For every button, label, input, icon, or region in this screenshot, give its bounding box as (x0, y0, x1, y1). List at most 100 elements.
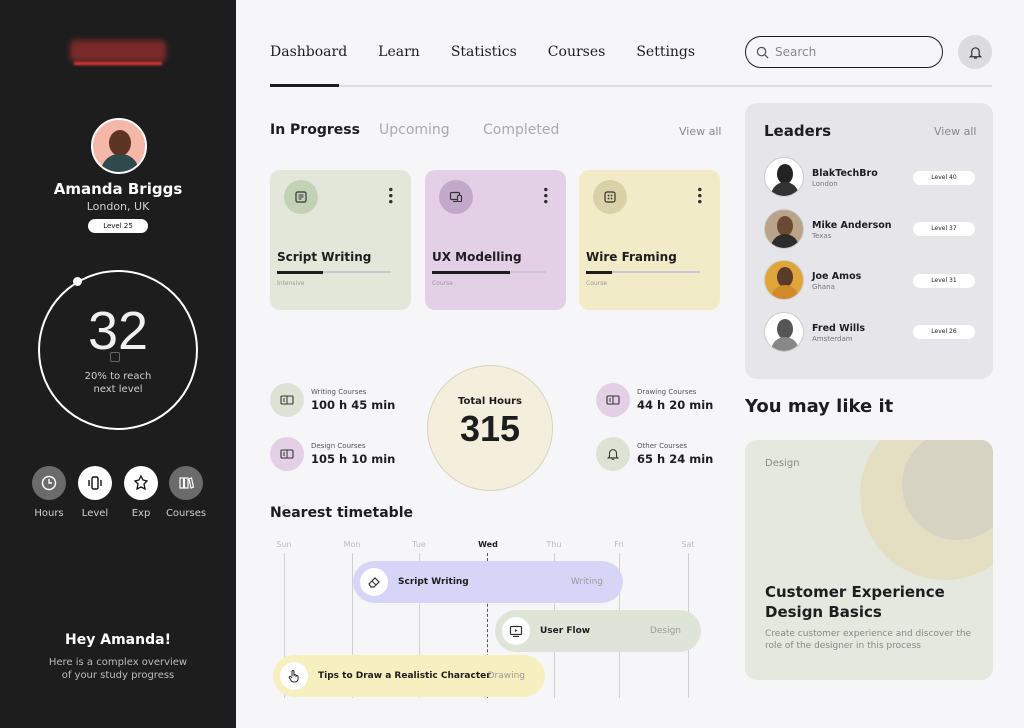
course-book-icon (280, 449, 294, 459)
recommended-course-title: Customer Experience Design Basics (765, 583, 945, 621)
caption-line-1: 20% to reach (84, 371, 152, 382)
leader-avatar[interactable] (764, 260, 804, 300)
course-card-wire-framing[interactable]: ••• Wire Framing Course (579, 170, 720, 310)
event-user-flow[interactable]: User Flow Design (495, 610, 701, 652)
caption-line-2: next level (93, 384, 143, 395)
nav-settings[interactable]: Settings (636, 44, 695, 60)
writing-courses-label: Writing Courses (311, 388, 367, 396)
event-script-writing[interactable]: Script Writing Writing (353, 561, 623, 603)
greeting-subtitle: Here is a complex overview of your study… (40, 656, 196, 682)
timetable-title: Nearest timetable (270, 505, 413, 521)
level-progress-caption: 20% to reach next level (38, 370, 198, 396)
nav-learn[interactable]: Learn (378, 44, 420, 60)
nav-statistics[interactable]: Statistics (451, 44, 517, 60)
day-thu: Thu (546, 540, 562, 549)
leader-level-badge: Level 31 (913, 274, 975, 288)
courses-view-all-link[interactable]: View all (679, 125, 721, 138)
leader-location: London (812, 180, 838, 188)
total-hours-label: Total Hours (457, 396, 523, 407)
writing-courses-icon-badge (270, 383, 304, 417)
avatar-body (101, 154, 139, 172)
event-realistic-character[interactable]: Tips to Draw a Realistic Character Drawi… (273, 655, 545, 697)
day-wed: Wed (478, 540, 498, 549)
greeting-line-2: of your study progress (61, 670, 175, 681)
books-icon (179, 477, 194, 489)
level-icon (88, 476, 102, 490)
recommended-course-tag: Design (765, 458, 800, 469)
event-title: Tips to Draw a Realistic Character (318, 671, 491, 681)
user-avatar[interactable] (91, 118, 147, 174)
leader-name: Mike Anderson (812, 220, 892, 231)
course-category: Course (586, 280, 607, 287)
other-courses-label: Other Courses (637, 442, 688, 450)
notifications-button[interactable] (958, 35, 992, 69)
recommendations-title: You may like it (745, 396, 894, 417)
level-progress-value: 32 (87, 301, 149, 361)
day-fri: Fri (614, 540, 624, 549)
sidebar: Amanda Briggs London, UK Level 25 32 20%… (0, 0, 236, 728)
tab-in-progress[interactable]: In Progress (270, 122, 360, 138)
leader-avatar[interactable] (764, 312, 804, 352)
more-options-icon[interactable]: ••• (538, 186, 552, 204)
leader-location: Amsterdam (812, 335, 853, 343)
event-icon-badge (502, 617, 530, 645)
top-nav: Dashboard Learn Statistics Courses Setti… (270, 44, 726, 60)
other-courses-icon-badge (596, 437, 630, 471)
leader-avatar[interactable] (764, 209, 804, 249)
leader-name: Fred Wills (812, 323, 866, 334)
leader-avatar[interactable] (764, 157, 804, 197)
course-title: Script Writing (277, 250, 372, 264)
eraser-icon (368, 577, 380, 588)
leaders-view-all-link[interactable]: View all (934, 125, 976, 138)
exp-button[interactable] (124, 466, 158, 500)
leaders-title: Leaders (764, 122, 832, 140)
design-courses-icon-badge (270, 437, 304, 471)
tab-upcoming[interactable]: Upcoming (379, 122, 450, 138)
other-courses-value: 65 h 24 min (637, 452, 714, 466)
avatar-head (777, 267, 793, 287)
avatar-head (777, 216, 793, 236)
leader-location: Texas (812, 232, 832, 240)
search-input[interactable] (775, 45, 925, 59)
course-progress-track (277, 270, 391, 274)
courses-label: Courses (165, 508, 207, 519)
tab-completed[interactable]: Completed (483, 122, 559, 138)
event-category: Drawing (487, 671, 525, 681)
course-icon-badge (284, 180, 318, 214)
devices-icon (449, 191, 463, 203)
nav-dashboard[interactable]: Dashboard (270, 44, 347, 60)
course-card-ux-modelling[interactable]: ••• UX Modelling Course (425, 170, 566, 310)
user-name: Amanda Briggs (53, 180, 183, 198)
nav-active-indicator (270, 84, 339, 87)
document-icon (295, 191, 307, 203)
event-title: User Flow (540, 626, 591, 636)
day-mon: Mon (343, 540, 361, 549)
exp-icon (133, 474, 149, 491)
hours-button[interactable] (32, 466, 66, 500)
app-logo[interactable] (70, 40, 166, 62)
courses-button[interactable] (169, 466, 203, 500)
more-options-icon[interactable]: ••• (692, 186, 706, 204)
search-bar[interactable] (745, 36, 943, 68)
more-options-icon[interactable]: ••• (383, 186, 397, 204)
drawing-courses-icon-badge (596, 383, 630, 417)
nav-courses[interactable]: Courses (548, 44, 606, 60)
writing-courses-value: 100 h 45 min (311, 398, 396, 412)
event-category: Writing (570, 577, 603, 587)
greeting-title: Hey Amanda! (65, 632, 171, 648)
level-button[interactable] (78, 466, 112, 500)
avatar-body (771, 234, 799, 248)
drawing-courses-label: Drawing Courses (637, 388, 697, 396)
day-tue: Tue (412, 540, 426, 549)
course-progress-fill (586, 270, 613, 274)
bell-icon (968, 46, 982, 59)
nav-divider (270, 85, 992, 87)
clock-icon (41, 475, 57, 491)
avatar-head (777, 319, 793, 339)
avatar-body (771, 182, 799, 196)
course-card-script-writing[interactable]: ••• Script Writing Intensive (270, 170, 411, 310)
leader-level-badge: Level 40 (913, 171, 975, 185)
recommended-course-card[interactable]: Design Customer Experience Design Basics… (745, 440, 993, 680)
recommended-course-description: Create customer experience and discover … (765, 629, 972, 651)
leader-level-badge: Level 26 (913, 325, 975, 339)
